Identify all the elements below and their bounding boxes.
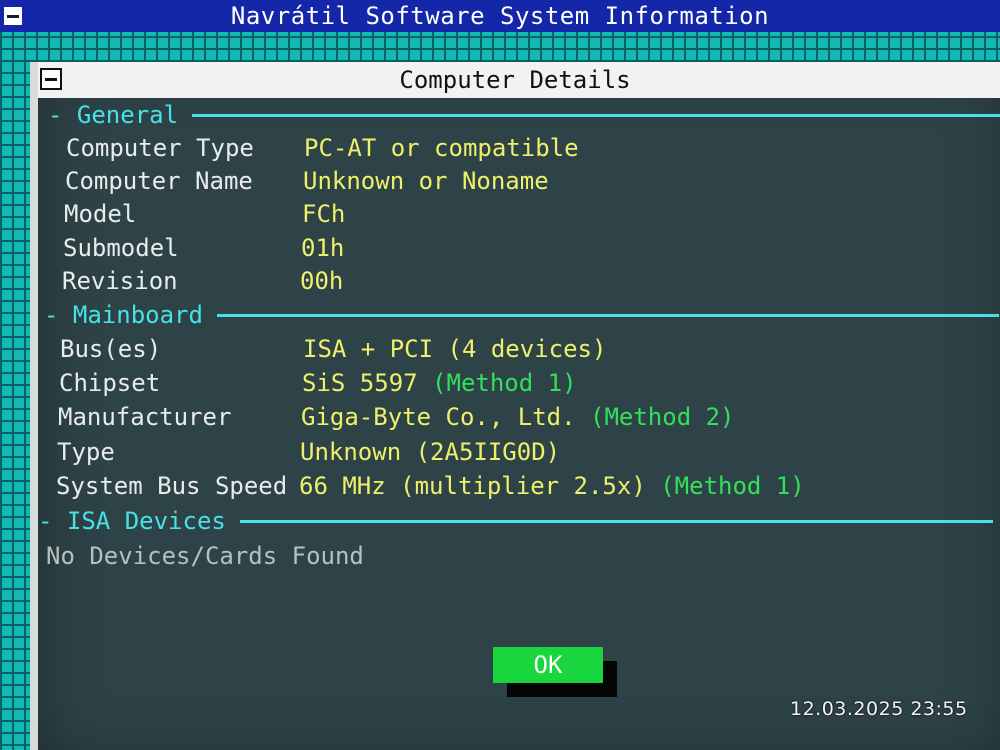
- app-title-bar: Navrátil Software System Information: [0, 0, 1000, 32]
- section-rule: [239, 519, 993, 523]
- row-value: FCh: [302, 200, 346, 228]
- row-value: ISA + PCI (4 devices): [303, 333, 606, 365]
- row-label: System Bus Speed: [56, 472, 288, 500]
- row-label: Computer Name: [65, 167, 253, 195]
- row-value: Giga-Byte Co., Ltd. (Method 2): [301, 401, 735, 433]
- dialog-title: Computer Details: [399, 66, 631, 94]
- computer-details-dialog: Computer Details - General Computer Type…: [30, 62, 1000, 750]
- section-header-isa-devices: - ISA Devices: [38, 506, 993, 536]
- row-value: Unknown or Noname: [303, 167, 549, 195]
- row-label: Computer Type: [66, 134, 254, 162]
- row-value: 66 MHz (multiplier 2.5x) (Method 1): [299, 470, 805, 502]
- section-title-general: - General: [48, 101, 179, 129]
- row-value: SiS 5597 (Method 1): [302, 367, 577, 399]
- row-label: Type: [57, 438, 115, 466]
- section-header-general: - General: [48, 100, 1000, 130]
- system-menu-icon[interactable]: [2, 5, 24, 27]
- row-value-text: Giga-Byte Co., Ltd.: [301, 403, 576, 431]
- app-title: Navrátil Software System Information: [230, 2, 770, 30]
- row-label: Manufacturer: [58, 403, 232, 431]
- row-label: Chipset: [59, 369, 161, 397]
- row-value: Unknown (2A5IIG0D): [300, 436, 560, 468]
- section-rule: [192, 113, 1000, 117]
- row-label: Model: [64, 200, 137, 228]
- row-value-text: 66 MHz (multiplier 2.5x): [299, 472, 646, 500]
- ok-button-wrap: OK: [493, 647, 619, 701]
- row-value-text: SiS 5597: [302, 369, 418, 397]
- row-value-text: Unknown (2A5IIG0D): [300, 438, 561, 466]
- isa-empty-message: No Devices/Cards Found: [46, 542, 364, 570]
- dialog-title-bar: Computer Details: [38, 62, 1000, 98]
- dialog-system-menu-icon[interactable]: [40, 68, 62, 90]
- row-label: Submodel: [63, 234, 179, 262]
- row-value: 00h: [300, 267, 344, 295]
- section-rule: [216, 313, 999, 317]
- row-value: PC-AT or compatible: [304, 134, 579, 162]
- row-value-text: ISA + PCI (4 devices): [303, 335, 607, 363]
- row-label: Revision: [62, 267, 178, 295]
- method-note: (Method 1): [432, 369, 577, 397]
- section-title-mainboard: - Mainboard: [44, 301, 203, 329]
- ok-button[interactable]: OK: [493, 647, 603, 683]
- row-value: 01h: [301, 234, 345, 262]
- section-title-isa-devices: - ISA Devices: [38, 507, 226, 535]
- screen: Navrátil Software System Information Com…: [0, 0, 1000, 750]
- method-note: (Method 2): [590, 403, 735, 431]
- method-note: (Method 1): [660, 472, 805, 500]
- photo-timestamp: 12.03.2025 23:55: [790, 698, 968, 720]
- section-header-mainboard: - Mainboard: [44, 300, 999, 330]
- row-label: Bus(es): [60, 335, 162, 363]
